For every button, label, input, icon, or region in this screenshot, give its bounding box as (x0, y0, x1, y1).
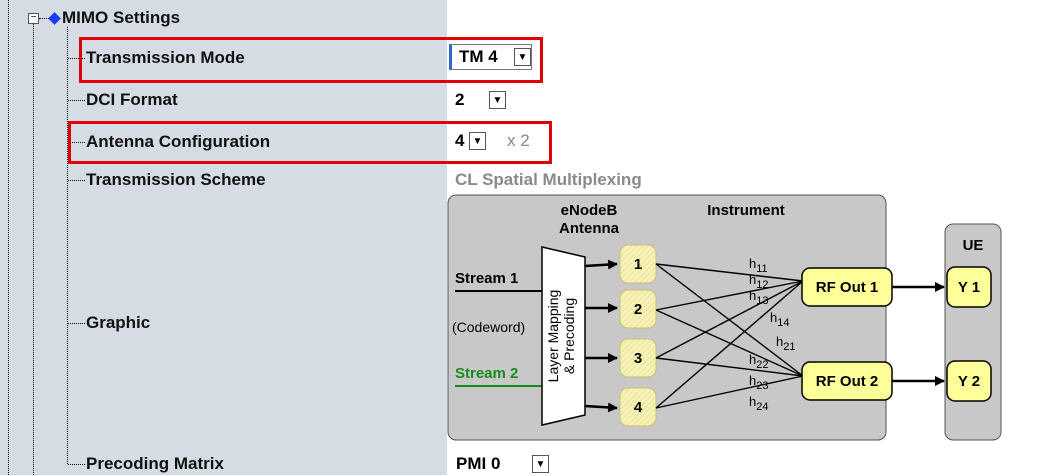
svg-text:1: 1 (634, 256, 642, 273)
mimo-graphic: eNodeB Antenna Instrument UE Stream 1 (C… (447, 194, 1002, 441)
ue-antenna-2: Y 2 (946, 360, 992, 402)
svg-text:Y 1: Y 1 (958, 279, 980, 296)
rf-out-2: RF Out 2 (801, 361, 893, 401)
header-instrument: Instrument (707, 202, 785, 219)
layer-mapping-line2: & Precoding (561, 298, 577, 374)
stream1-label: Stream 1 (455, 270, 518, 287)
ue-panel (944, 223, 1002, 441)
svg-text:Y 2: Y 2 (958, 373, 980, 390)
antenna-1: 1 (619, 244, 657, 284)
svg-text:RF Out 2: RF Out 2 (816, 373, 879, 390)
header-enodeb-line2: Antenna (559, 220, 620, 237)
svg-text:4: 4 (634, 399, 643, 416)
layer-mapping-line1: Layer Mapping (545, 290, 561, 383)
header-ue: UE (963, 237, 984, 254)
header-enodeb-line1: eNodeB (561, 202, 618, 219)
antenna-2: 2 (619, 289, 657, 329)
codeword-label: (Codeword) (452, 319, 525, 335)
svg-text:3: 3 (634, 350, 642, 367)
stream2-label: Stream 2 (455, 365, 518, 382)
antenna-3: 3 (619, 338, 657, 378)
instrument-panel (447, 194, 887, 441)
ue-antenna-1: Y 1 (946, 266, 992, 308)
svg-text:RF Out 1: RF Out 1 (816, 279, 879, 296)
rf-out-1: RF Out 1 (801, 267, 893, 307)
antenna-4: 4 (619, 387, 657, 427)
svg-text:2: 2 (634, 301, 642, 318)
